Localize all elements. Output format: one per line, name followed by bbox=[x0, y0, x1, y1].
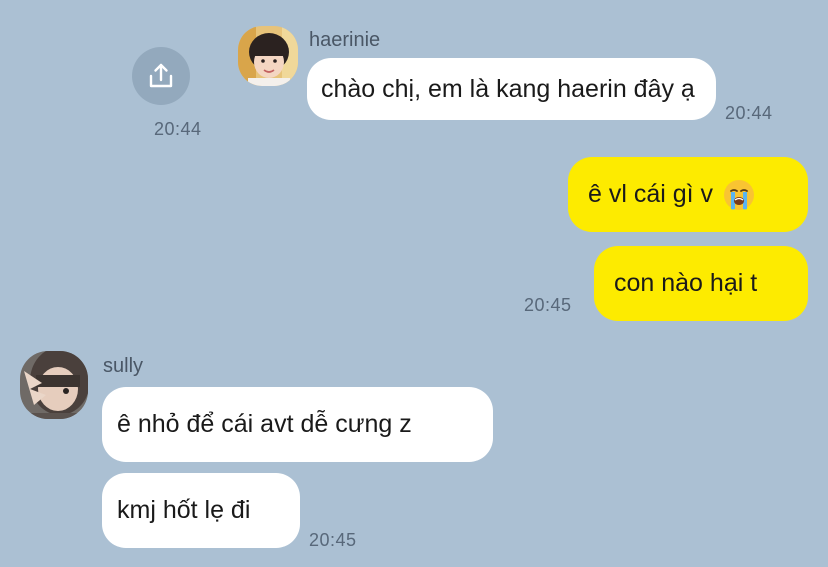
message-text: ê vl cái gì v bbox=[588, 180, 714, 208]
message-text: ê nhỏ để cái avt dễ cưng z bbox=[117, 410, 412, 438]
share-timestamp: 20:44 bbox=[154, 119, 202, 139]
chat-room: 20:44 haerinie chào chị, em là kang haer… bbox=[0, 0, 828, 567]
message-text: con nào hại t bbox=[614, 269, 758, 297]
message-bubble[interactable]: chào chị, em là kang haerin đây ạ bbox=[307, 58, 716, 120]
message-timestamp: 20:44 bbox=[725, 103, 773, 123]
message-text: kmj hốt lẹ đi bbox=[117, 496, 251, 524]
sender-name-sully: sully bbox=[103, 355, 144, 377]
sender-name-haerinie: haerinie bbox=[309, 29, 381, 51]
message-bubble[interactable]: ê nhỏ để cái avt dễ cưng z bbox=[102, 387, 493, 462]
message-timestamp: 20:45 bbox=[524, 295, 572, 315]
share-button[interactable] bbox=[132, 47, 190, 105]
avatar-haerinie[interactable] bbox=[238, 26, 298, 86]
avatar-sully[interactable] bbox=[20, 351, 88, 419]
message-bubble-outgoing[interactable]: ê vl cái gì v bbox=[568, 157, 808, 232]
message-bubble[interactable]: kmj hốt lẹ đi bbox=[102, 473, 300, 548]
share-icon bbox=[146, 61, 176, 91]
message-bubble-outgoing[interactable]: con nào hại t bbox=[594, 246, 808, 321]
loudly-crying-face-icon bbox=[723, 179, 755, 211]
message-timestamp: 20:45 bbox=[309, 530, 357, 550]
message-text: chào chị, em là kang haerin đây ạ bbox=[321, 74, 695, 103]
